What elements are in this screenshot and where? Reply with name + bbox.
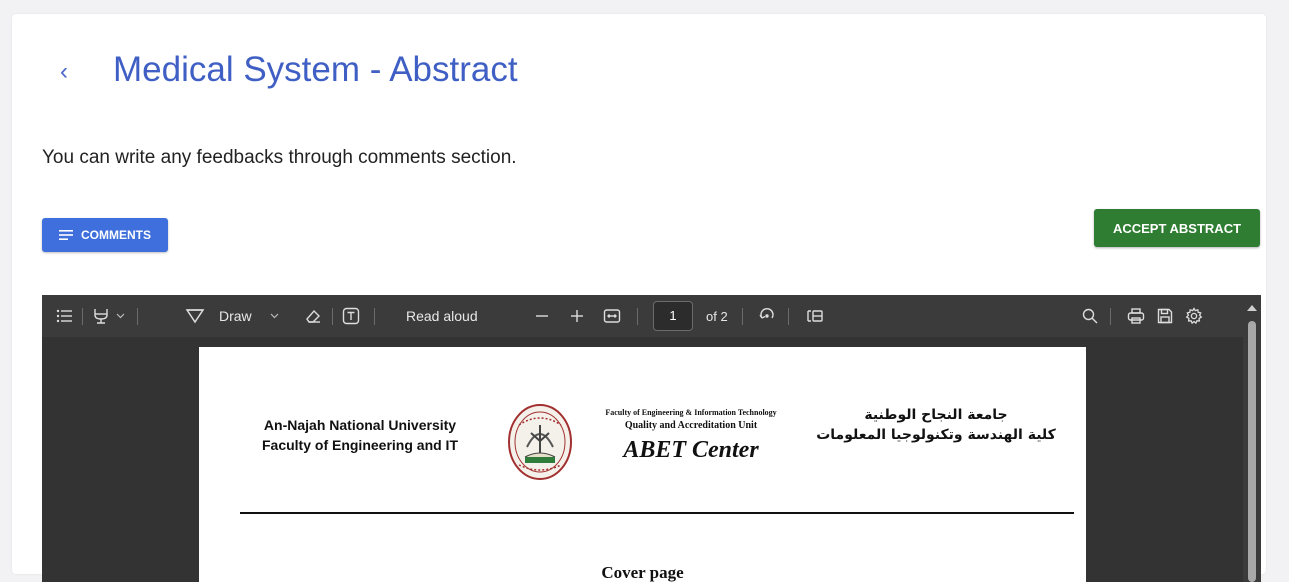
comments-button-label: COMMENTS (81, 228, 151, 242)
comments-button[interactable]: COMMENTS (42, 218, 168, 252)
rotate-icon[interactable] (758, 295, 776, 337)
search-icon[interactable] (1082, 295, 1098, 337)
faculty-full-name: Faculty of Engineering & Information Tec… (605, 408, 777, 417)
toolbar-divider (332, 308, 333, 325)
university-line-1: An-Najah National University (263, 417, 457, 433)
save-icon[interactable] (1157, 295, 1173, 337)
pdf-page: An-Najah National University Faculty of … (199, 347, 1086, 582)
university-line-2: Faculty of Engineering and IT (261, 437, 458, 453)
cover-page-heading: Cover page (601, 563, 684, 582)
quality-unit-name: Quality and Accreditation Unit (624, 420, 758, 431)
pdf-toolbar: Draw Read aloud 1 of 2 (42, 295, 1261, 337)
back-button[interactable]: ‹ (60, 60, 68, 84)
toolbar-divider (374, 308, 375, 325)
draw-label[interactable]: Draw (219, 295, 252, 337)
university-seal-logo (508, 404, 572, 480)
fit-width-icon[interactable] (603, 295, 621, 337)
university-ar-line-1: جامعة النجاح الوطنية (864, 407, 1008, 423)
quality-unit-header: Faculty of Engineering & Information Tec… (581, 407, 801, 465)
toolbar-divider (82, 308, 83, 325)
page-view-icon[interactable] (806, 295, 824, 337)
highlight-icon[interactable] (92, 295, 110, 337)
highlight-chevron-icon[interactable] (116, 295, 125, 337)
page-number-input[interactable]: 1 (653, 301, 693, 331)
abstract-card: ‹ Medical System - Abstract You can writ… (12, 14, 1266, 582)
university-name-en: An-Najah National University Faculty of … (240, 415, 480, 455)
toolbar-divider (637, 308, 638, 325)
contents-icon[interactable] (56, 295, 72, 337)
draw-icon[interactable] (185, 295, 205, 337)
header-divider-line (240, 512, 1074, 514)
menu-lines-icon (59, 230, 73, 240)
text-icon[interactable] (342, 295, 360, 337)
toolbar-divider (742, 308, 743, 325)
instructions-text: You can write any feedbacks through comm… (42, 147, 517, 168)
page-count-label: of 2 (706, 308, 728, 324)
read-aloud-button[interactable]: Read aloud (406, 295, 478, 337)
draw-chevron-icon[interactable] (270, 295, 279, 337)
print-icon[interactable] (1127, 295, 1145, 337)
page-title: Medical System - Abstract (113, 50, 518, 89)
settings-icon[interactable] (1185, 295, 1203, 337)
pdf-viewer[interactable]: Draw Read aloud 1 of 2 An-Najah National… (42, 295, 1261, 582)
pdf-scrollbar[interactable] (1243, 295, 1261, 582)
eraser-icon[interactable] (304, 295, 322, 337)
toolbar-divider (1110, 308, 1111, 325)
scrollbar-thumb[interactable] (1248, 321, 1256, 582)
toolbar-divider (788, 308, 789, 325)
accept-abstract-button[interactable]: ACCEPT ABSTRACT (1094, 209, 1260, 247)
university-name-ar: جامعة النجاح الوطنية كلية الهندسة وتكنول… (811, 405, 1061, 445)
university-ar-line-2: كلية الهندسة وتكنولوجيا المعلومات (816, 427, 1056, 443)
scroll-up-arrow-icon[interactable] (1247, 305, 1257, 311)
zoom-in-icon[interactable] (571, 295, 583, 337)
toolbar-divider (137, 308, 138, 325)
abet-center-name: ABET Center (623, 437, 759, 463)
zoom-out-icon[interactable] (536, 295, 548, 337)
